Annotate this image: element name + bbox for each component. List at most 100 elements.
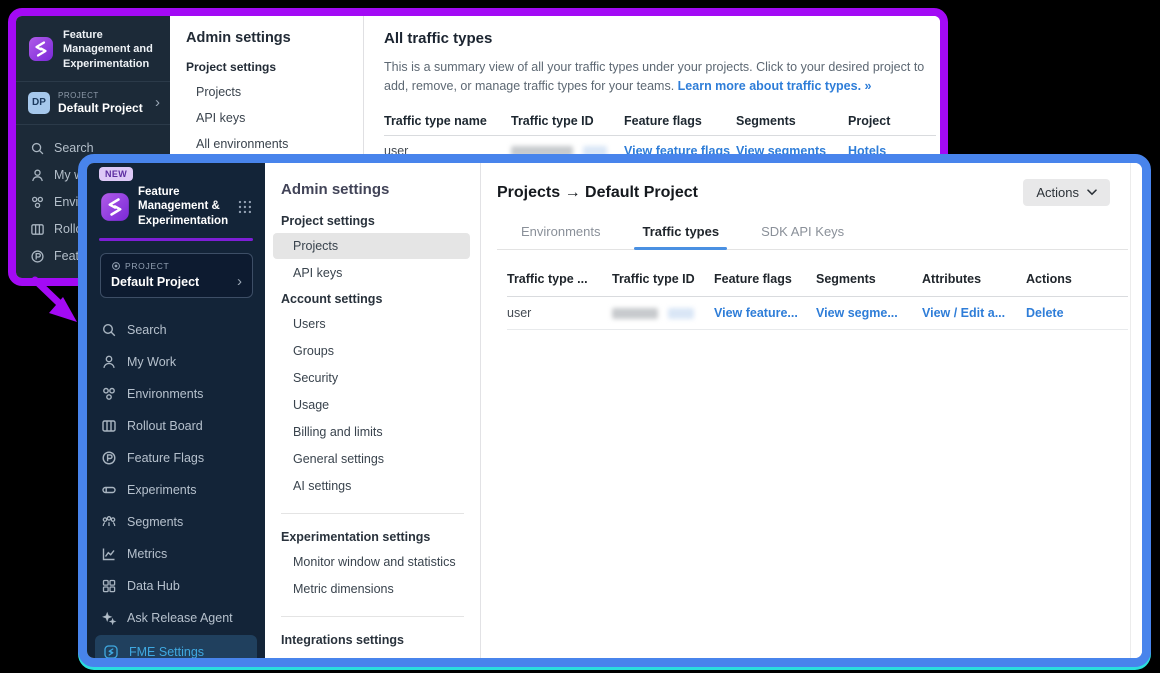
sidebar-item-label: My Work xyxy=(127,355,176,369)
sidebar-item-label: Search xyxy=(127,323,167,337)
sidebar-item-fme-settings[interactable]: FME Settings xyxy=(95,635,257,667)
nav-item-api-keys[interactable]: API keys xyxy=(273,260,470,286)
nav-item-groups[interactable]: Groups xyxy=(273,338,470,364)
table-header-row: Traffic type ... Traffic type ID Feature… xyxy=(507,264,1128,297)
divider xyxy=(281,616,464,617)
col-project: Project xyxy=(848,114,936,128)
view-segments-link[interactable]: View segme... xyxy=(816,306,922,320)
sidebar-item-label: Data Hub xyxy=(127,579,180,593)
actions-button[interactable]: Actions xyxy=(1023,179,1110,206)
back-nav-section: Project settings xyxy=(186,60,363,74)
project-label: PROJECT xyxy=(58,91,143,100)
front-main-header: Projects → Default Project Actions xyxy=(497,179,1128,206)
sidebar-item-experiments[interactable]: Experiments xyxy=(87,474,265,506)
page-title: Projects → Default Project xyxy=(497,184,698,202)
sidebar-item-data-hub[interactable]: Data Hub xyxy=(87,570,265,602)
fme-settings-icon xyxy=(103,644,119,660)
sidebar-item-search[interactable]: Search xyxy=(87,314,265,346)
front-logo-title: Feature Management & Experimentation xyxy=(138,185,229,228)
front-sidebar: NEW Feature Management & Experimentation xyxy=(87,163,265,658)
nav-item-users[interactable]: Users xyxy=(273,311,470,337)
search-icon xyxy=(101,322,117,338)
col-traffic-type-id: Traffic type ID xyxy=(612,272,714,286)
sidebar-item-label: Search xyxy=(54,141,94,155)
delete-link[interactable]: Delete xyxy=(1026,306,1128,320)
nav-item-metric-dimensions[interactable]: Metric dimensions xyxy=(273,576,470,602)
purple-accent-rule xyxy=(99,238,253,241)
col-feature-flags: Feature flags xyxy=(714,272,816,286)
sidebar-item-segments[interactable]: Segments xyxy=(87,506,265,538)
scrollbar-track[interactable] xyxy=(1130,163,1131,658)
nav-item-billing-and-limits[interactable]: Billing and limits xyxy=(273,419,470,445)
front-traffic-table: Traffic type ... Traffic type ID Feature… xyxy=(497,264,1128,330)
nav-section-project-settings: Project settings xyxy=(281,214,480,228)
divider xyxy=(281,513,464,514)
nav-item-integrations[interactable]: Integrations xyxy=(273,652,470,658)
view-feature-flags-link[interactable]: View feature... xyxy=(714,306,816,320)
back-description: This is a summary view of all your traff… xyxy=(384,58,936,97)
project-name: Default Project xyxy=(111,275,199,289)
col-segments: Segments xyxy=(736,114,848,128)
sidebar-item-feature-flags[interactable]: Feature Flags xyxy=(87,442,265,474)
col-attributes: Attributes xyxy=(922,272,1026,286)
sidebar-item-label: Feature Flags xyxy=(127,451,204,465)
search-icon xyxy=(30,141,45,156)
sidebar-item-environments[interactable]: Environments xyxy=(87,378,265,410)
sidebar-item-label: Segments xyxy=(127,515,183,529)
nav-item-api-keys[interactable]: API keys xyxy=(176,106,357,130)
sidebar-item-label: FME Settings xyxy=(129,645,204,659)
front-project-selector[interactable]: PROJECT Default Project › xyxy=(100,253,253,298)
sidebar-item-label: Environments xyxy=(127,387,203,401)
nav-item-ai-settings[interactable]: AI settings xyxy=(273,473,470,499)
front-main-panel: Projects → Default Project Actions Envir… xyxy=(481,163,1142,658)
nav-section-account-settings: Account settings xyxy=(281,292,480,306)
nav-item-security[interactable]: Security xyxy=(273,365,470,391)
chevron-down-icon xyxy=(1087,189,1097,196)
front-settings-nav: Admin settings Project settings Projects… xyxy=(265,163,481,658)
sidebar-item-label: Experiments xyxy=(127,483,196,497)
sidebar-item-my-work[interactable]: My Work xyxy=(87,346,265,378)
split-logo-icon xyxy=(100,192,130,222)
sidebar-item-label: Ask Release Agent xyxy=(127,611,233,625)
feature-flags-icon xyxy=(30,249,45,264)
view-edit-attributes-link[interactable]: View / Edit a... xyxy=(922,306,1026,320)
col-feature-flags: Feature flags xyxy=(624,114,736,128)
col-traffic-type-name: Traffic type name xyxy=(384,114,511,128)
nav-item-all-environments[interactable]: All environments xyxy=(176,132,357,156)
project-target-icon xyxy=(111,261,121,271)
rollout-board-icon xyxy=(30,222,45,237)
col-segments: Segments xyxy=(816,272,922,286)
person-icon xyxy=(101,354,117,370)
tab-sdk-api-keys[interactable]: SDK API Keys xyxy=(761,224,844,249)
back-project-selector[interactable]: DP PROJECT Default Project › xyxy=(16,82,170,124)
nav-item-usage[interactable]: Usage xyxy=(273,392,470,418)
nav-section-experimentation-settings: Experimentation settings xyxy=(281,530,480,544)
tab-environments[interactable]: Environments xyxy=(521,224,600,249)
nav-item-projects[interactable]: Projects xyxy=(176,80,357,104)
chevron-right-icon: › xyxy=(237,274,242,289)
traffic-type-name: user xyxy=(507,306,612,320)
data-hub-icon xyxy=(101,578,117,594)
tab-bar: Environments Traffic types SDK API Keys xyxy=(497,224,1128,250)
back-logo-title: Feature Management and Experimentation xyxy=(63,28,158,71)
table-header-row: Traffic type name Traffic type ID Featur… xyxy=(384,107,936,136)
person-icon xyxy=(30,168,45,183)
annotation-arrow xyxy=(28,276,88,328)
nav-item-general-settings[interactable]: General settings xyxy=(273,446,470,472)
sidebar-item-metrics[interactable]: Metrics xyxy=(87,538,265,570)
chevron-right-icon: › xyxy=(155,95,160,110)
metrics-chart-icon xyxy=(101,546,117,562)
nav-section-integrations-settings: Integrations settings xyxy=(281,633,480,647)
active-tab-underline xyxy=(634,247,727,250)
tab-traffic-types[interactable]: Traffic types xyxy=(642,224,719,249)
back-page-title: All traffic types xyxy=(384,30,936,47)
table-row: user View feature... View segme... View … xyxy=(507,297,1128,330)
traffic-type-id-redacted xyxy=(612,306,714,320)
front-nav-title: Admin settings xyxy=(281,181,480,198)
sidebar-item-rollout-board[interactable]: Rollout Board xyxy=(87,410,265,442)
learn-more-link[interactable]: Learn more about traffic types. » xyxy=(678,79,872,93)
nav-item-projects[interactable]: Projects xyxy=(273,233,470,259)
sidebar-item-ask-release-agent[interactable]: Ask Release Agent xyxy=(87,602,265,634)
app-launcher-grid-icon[interactable] xyxy=(237,199,253,215)
nav-item-monitor-window-and-statistics[interactable]: Monitor window and statistics xyxy=(273,549,470,575)
